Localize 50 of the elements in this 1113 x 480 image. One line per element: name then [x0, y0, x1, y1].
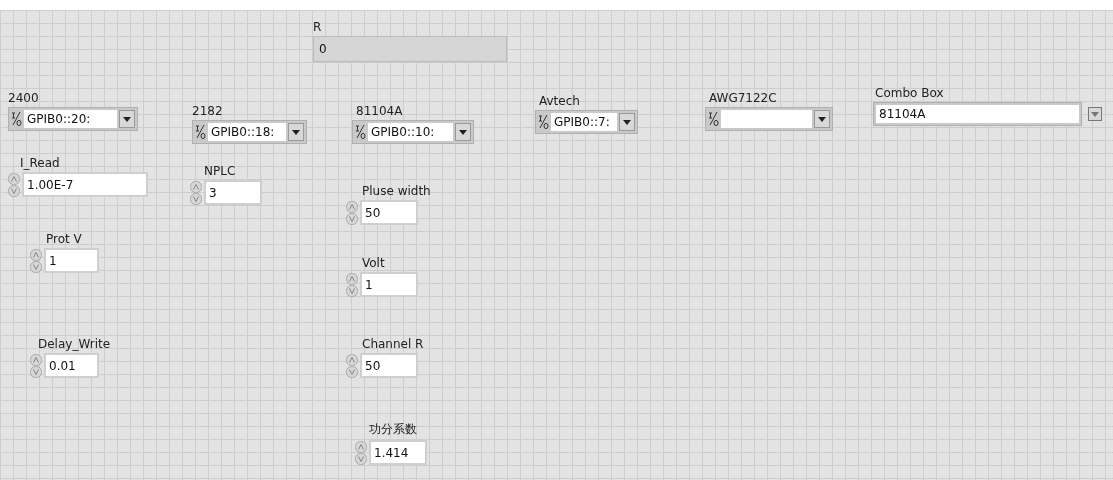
resource-dropdown[interactable]: GPIB0::10:: [352, 120, 474, 144]
spin-arrows-icon[interactable]: [30, 353, 42, 378]
io-icon: [355, 124, 366, 140]
caret-icon: [1091, 111, 1099, 117]
io-icon: [195, 124, 206, 140]
control-label: I_Read: [20, 156, 60, 170]
control-label: Channel R: [362, 337, 424, 351]
numeric-field[interactable]: 50: [360, 353, 418, 378]
spin-arrows-icon[interactable]: [30, 248, 42, 273]
control-label: AWG7122C: [709, 91, 777, 105]
io-icon: [708, 111, 719, 127]
caret-icon: [623, 119, 631, 125]
resource-dropdown[interactable]: GPIB0::7:: [535, 110, 638, 134]
numeric-field[interactable]: 1: [44, 248, 99, 273]
caret-icon: [818, 116, 826, 122]
spin-arrows-icon[interactable]: [346, 353, 358, 378]
control-label: Avtech: [539, 94, 580, 108]
control-label: 2400: [8, 91, 39, 105]
spin-arrows-icon[interactable]: [346, 272, 358, 297]
numeric-field[interactable]: 1.00E-7: [22, 172, 148, 197]
resource-dropdown[interactable]: [705, 107, 833, 131]
spin-arrows-icon[interactable]: [355, 440, 367, 465]
control-label: 功分系数: [369, 421, 417, 438]
numeric-field[interactable]: 1: [360, 272, 418, 297]
resource-dropdown[interactable]: GPIB0::18:: [192, 120, 307, 144]
control-label: Combo Box: [875, 86, 944, 100]
io-icon: [538, 114, 549, 130]
control-label: Volt: [362, 256, 385, 270]
numeric-field[interactable]: 50: [360, 200, 418, 225]
caret-icon: [459, 129, 467, 135]
spin-arrows-icon[interactable]: [190, 180, 202, 205]
io-icon: [11, 111, 22, 127]
control-label: 2182: [192, 104, 223, 118]
caret-icon: [123, 116, 131, 122]
indicator-label: R: [313, 20, 322, 34]
control-label: 81104A: [356, 104, 403, 118]
numeric-field[interactable]: 1.414: [369, 440, 427, 465]
numeric-field[interactable]: 3: [204, 180, 262, 205]
spin-arrows-icon[interactable]: [8, 172, 20, 197]
control-label: Delay_Write: [38, 337, 111, 351]
dropdown-button[interactable]: [1088, 107, 1102, 121]
numeric-field[interactable]: 0.01: [44, 353, 99, 378]
spin-arrows-icon[interactable]: [346, 200, 358, 225]
caret-icon: [292, 129, 300, 135]
resource-dropdown[interactable]: GPIB0::20:: [8, 107, 138, 131]
control-label: Prot V: [46, 232, 82, 246]
combo-box[interactable]: 81104A: [873, 102, 1082, 126]
indicator-field: 0: [313, 36, 507, 62]
control-label: Pluse width: [362, 184, 431, 198]
control-label: NPLC: [204, 164, 236, 178]
